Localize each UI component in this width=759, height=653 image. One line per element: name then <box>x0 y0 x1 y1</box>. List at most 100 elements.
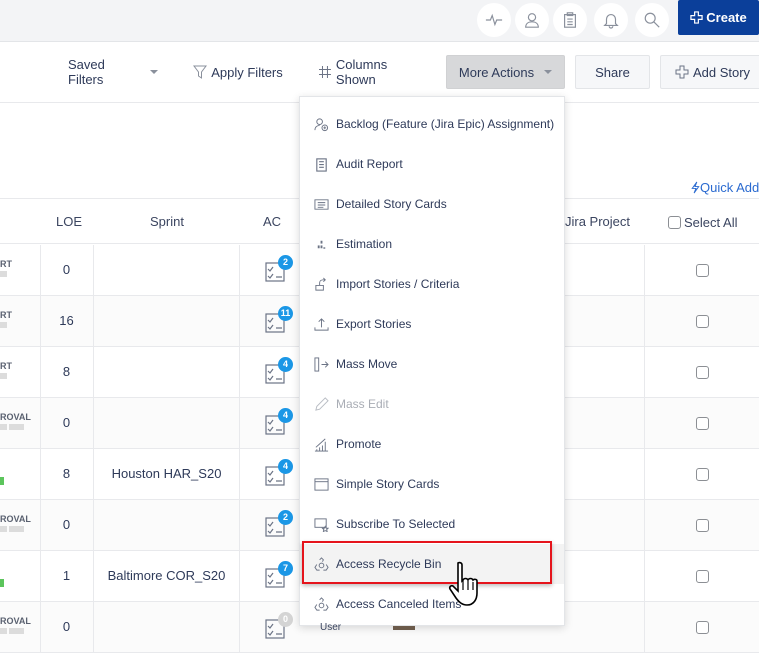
menu-item-audit-report[interactable]: Audit Report <box>300 144 564 184</box>
estimation-icon <box>313 236 329 252</box>
create-button[interactable]: Create <box>678 0 759 35</box>
row-checkbox[interactable] <box>696 570 709 583</box>
status-label: ROVAL <box>0 514 31 524</box>
menu-item-subscribe-to-selected[interactable]: Subscribe To Selected <box>300 504 564 544</box>
quick-add-link[interactable]: Quick Add <box>690 180 759 195</box>
menu-item-label: Detailed Story Cards <box>336 197 447 211</box>
share-button[interactable]: Share <box>575 55 650 89</box>
menu-item-label: Simple Story Cards <box>336 477 440 491</box>
saved-filters-dropdown[interactable]: Saved Filters <box>68 55 158 89</box>
column-divider <box>93 602 94 652</box>
column-divider <box>239 602 240 652</box>
menu-item-promote[interactable]: Promote <box>300 424 564 464</box>
menu-item-detailed-story-cards[interactable]: Detailed Story Cards <box>300 184 564 224</box>
select-all-label: Select All <box>684 215 738 230</box>
row-checkbox[interactable] <box>696 315 709 328</box>
column-divider <box>93 398 94 448</box>
menu-item-export-stories[interactable]: Export Stories <box>300 304 564 344</box>
menu-item-backlog-feature-jira-epic-assignment[interactable]: Backlog (Feature (Jira Epic) Assignment) <box>300 104 564 144</box>
loe-cell: 16 <box>59 313 74 328</box>
user-label-peek: User <box>320 622 342 633</box>
row-checkbox[interactable] <box>696 417 709 430</box>
column-divider <box>239 551 240 601</box>
add-story-label: Add Story <box>692 64 751 80</box>
column-divider <box>644 449 645 499</box>
columns-shown-button[interactable]: Columns Shown <box>318 55 430 89</box>
menu-item-estimation[interactable]: Estimation <box>300 224 564 264</box>
ac-count-badge: 4 <box>278 459 293 474</box>
more-actions-label: More Actions <box>458 64 535 80</box>
search-icon[interactable] <box>635 3 669 37</box>
menu-item-simple-story-cards[interactable]: Simple Story Cards <box>300 464 564 504</box>
ac-count-badge: 7 <box>278 561 293 576</box>
loe-cell: 0 <box>62 262 71 277</box>
apply-filters-button[interactable]: Apply Filters <box>192 55 284 89</box>
columns-shown-label: Columns Shown <box>335 57 388 87</box>
highlight-box <box>302 541 552 584</box>
activity-icon[interactable] <box>477 3 511 37</box>
column-divider <box>239 398 240 448</box>
menu-item-label: Export Stories <box>336 317 412 331</box>
menu-item-mass-edit: Mass Edit <box>300 384 564 424</box>
header-ac[interactable]: AC <box>263 214 281 229</box>
column-divider <box>93 245 94 295</box>
header-jira-project[interactable]: Jira Project <box>565 214 630 229</box>
user-add-icon <box>313 116 329 132</box>
loe-cell: 8 <box>62 466 71 481</box>
menu-item-access-canceled-items[interactable]: Access Canceled Items <box>300 584 564 624</box>
column-divider <box>644 245 645 295</box>
document-icon <box>313 196 329 212</box>
create-label: Create <box>706 10 747 25</box>
row-checkbox[interactable] <box>696 366 709 379</box>
more-actions-button[interactable]: More Actions <box>446 55 565 89</box>
header-loe[interactable]: LOE <box>56 214 82 229</box>
menu-item-label: Import Stories / Criteria <box>336 277 460 291</box>
column-divider <box>239 500 240 550</box>
filter-icon <box>193 65 208 79</box>
column-divider <box>644 398 645 448</box>
clipboard-icon[interactable] <box>553 3 587 37</box>
add-story-button[interactable]: Add Story <box>660 55 759 89</box>
menu-item-label: Backlog (Feature (Jira Epic) Assignment) <box>336 117 555 131</box>
status-bars <box>0 322 7 328</box>
menu-item-label: Mass Move <box>336 357 398 371</box>
row-checkbox[interactable] <box>696 519 709 532</box>
clipboard-icon <box>313 156 329 172</box>
user-icon[interactable] <box>515 3 549 37</box>
import-icon <box>313 276 329 292</box>
sprint-cell: Houston HAR_S20 <box>111 466 222 481</box>
header-sprint[interactable]: Sprint <box>150 214 184 229</box>
column-divider <box>239 296 240 346</box>
card-icon <box>313 476 329 492</box>
ac-count-badge: 2 <box>278 510 293 525</box>
avatar <box>393 626 415 630</box>
row-checkbox[interactable] <box>696 264 709 277</box>
saved-filters-label: Saved Filters <box>68 57 105 87</box>
toolbar: Saved Filters Apply Filters Columns Show… <box>0 43 759 103</box>
status-progress-bar <box>0 579 4 587</box>
select-all[interactable]: Select All <box>668 215 737 230</box>
menu-item-import-stories-criteria[interactable]: Import Stories / Criteria <box>300 264 564 304</box>
ac-count-badge: 2 <box>278 255 293 270</box>
bell-icon[interactable] <box>594 3 628 37</box>
loe-cell: 0 <box>62 619 71 634</box>
quick-add-label: Quick Add <box>700 180 759 195</box>
move-icon <box>313 356 329 372</box>
lightning-icon <box>691 181 700 194</box>
subscribe-icon <box>313 516 329 532</box>
status-label: ROVAL <box>0 412 31 422</box>
status-progress-bar <box>0 477 4 485</box>
status-bars <box>0 424 24 430</box>
status-bars <box>0 373 7 379</box>
chevron-down-icon <box>544 70 553 74</box>
grid-icon <box>318 66 331 78</box>
row-checkbox[interactable] <box>696 468 709 481</box>
ac-count-badge: 11 <box>278 306 293 321</box>
row-checkbox[interactable] <box>696 621 709 634</box>
column-divider <box>644 347 645 397</box>
menu-item-mass-move[interactable]: Mass Move <box>300 344 564 384</box>
menu-item-label: Mass Edit <box>336 397 389 411</box>
column-divider <box>239 449 240 499</box>
select-all-checkbox[interactable] <box>668 216 681 229</box>
menu-item-label: Promote <box>336 437 382 451</box>
